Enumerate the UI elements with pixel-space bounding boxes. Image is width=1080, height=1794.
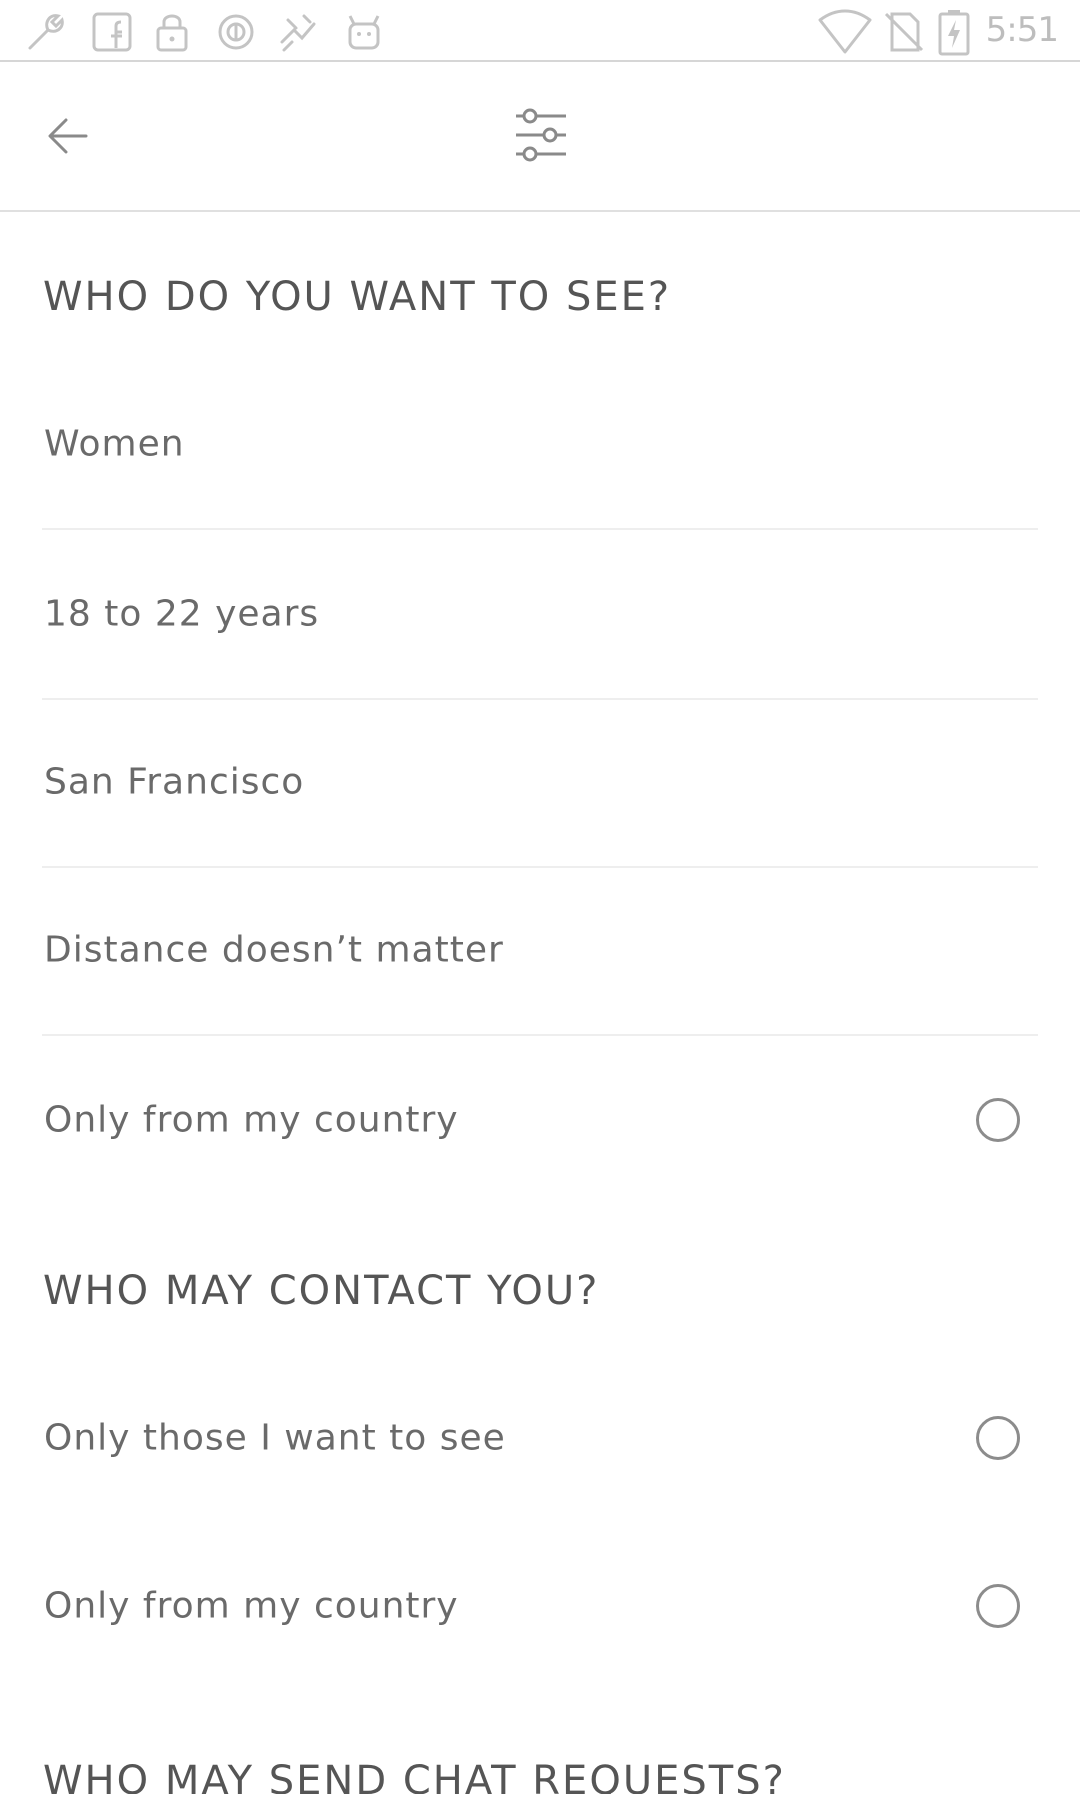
app-icon [280,14,316,52]
gender-value: Women [44,423,185,465]
distance-value: Distance doesn’t matter [44,929,504,971]
lock-icon [156,14,188,52]
wrench-icon [28,14,64,50]
distance-row[interactable]: Distance doesn’t matter [42,866,1038,1036]
toolbar [0,62,1080,212]
gender-row[interactable]: Women [42,360,1038,530]
battery-charging-icon [938,10,970,56]
facebook-icon [92,12,132,52]
see-only-country-label: Only from my country [44,1099,459,1141]
no-sim-icon [884,12,924,52]
sliders-icon[interactable] [508,102,574,168]
location-value: San Francisco [44,761,305,803]
android-icon [348,15,380,50]
contact-only-country-radio[interactable] [976,1584,1020,1628]
wifi-icon [818,9,872,54]
see-only-country-row[interactable]: Only from my country [42,1036,1038,1204]
see-only-country-radio[interactable] [976,1098,1020,1142]
section-title-see: WHO DO YOU WANT TO SEE? [43,274,672,320]
age-range-row[interactable]: 18 to 22 years [42,530,1038,700]
contact-only-wanted-radio[interactable] [976,1416,1020,1460]
status-bar: 5:51 [0,0,1080,62]
location-row[interactable]: San Francisco [42,698,1038,868]
age-range-value: 18 to 22 years [44,593,320,635]
circle-badge-icon [218,14,254,50]
contact-only-wanted-label: Only those I want to see [44,1417,506,1459]
filter-content: WHO DO YOU WANT TO SEE? Women 18 to 22 y… [0,212,1080,1794]
contact-only-wanted-row[interactable]: Only those I want to see [42,1354,1038,1522]
contact-only-country-label: Only from my country [44,1585,459,1627]
section-title-chat: WHO MAY SEND CHAT REQUESTS? [43,1758,786,1794]
section-title-contact: WHO MAY CONTACT YOU? [43,1268,600,1314]
status-time: 5:51 [985,10,1059,50]
contact-only-country-row[interactable]: Only from my country [42,1522,1038,1690]
back-arrow-icon[interactable] [40,106,106,166]
